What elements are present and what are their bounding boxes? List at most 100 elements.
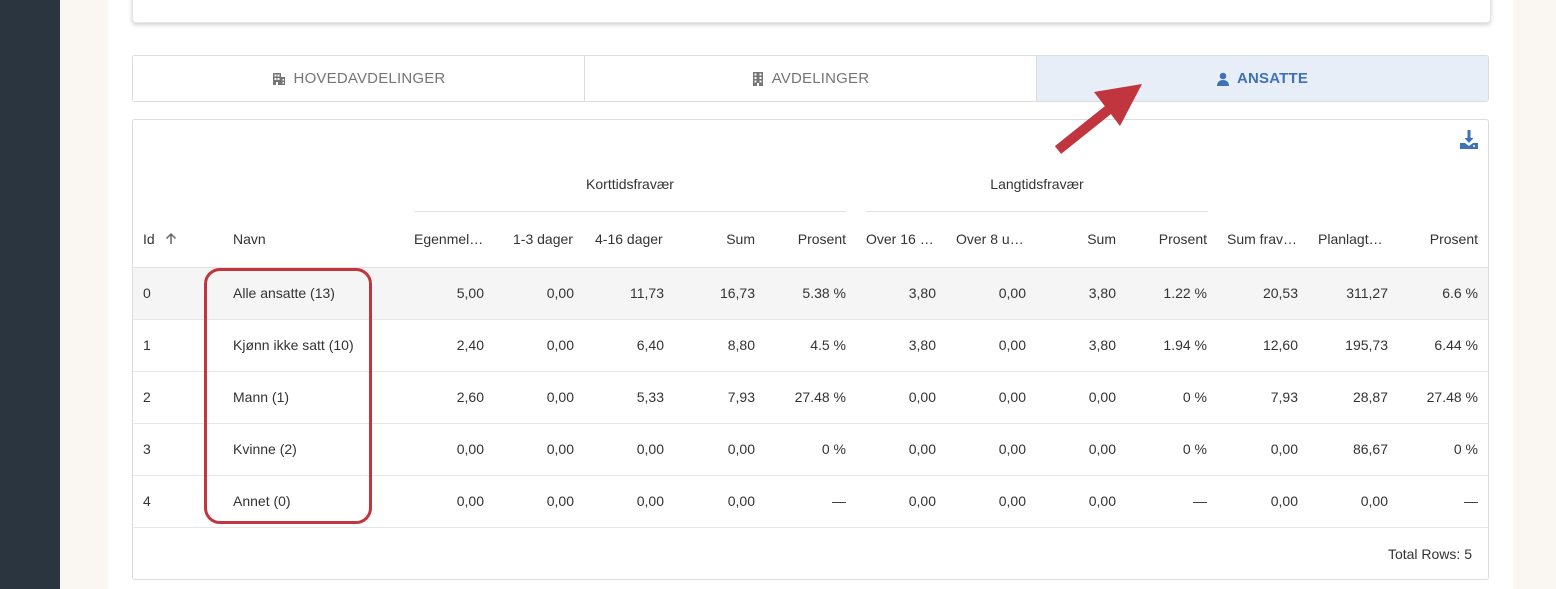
column-header-prosent-kort[interactable]: Prosent (766, 231, 846, 247)
cell-id: 0 (143, 285, 151, 301)
cell-egenmelding: 0,00 (456, 441, 484, 457)
left-sidebar (0, 0, 60, 589)
group-header-langtid: Langtidsfravær (990, 176, 1084, 192)
group-divider (414, 211, 846, 212)
building-icon (272, 72, 286, 86)
column-header-id[interactable]: Id (143, 231, 177, 248)
cell-over-16: 3,80 (908, 337, 936, 353)
cell-4-16-dager: 0,00 (636, 441, 664, 457)
cell-planlagt: 86,67 (1352, 441, 1388, 457)
tab-label: AVDELINGER (771, 70, 870, 87)
cell-sum-lang: 0,00 (1088, 389, 1116, 405)
column-header-egenmelding[interactable]: Egenmel… (414, 231, 483, 247)
cell-over-16: 0,00 (908, 389, 936, 405)
cell-over-8: 0,00 (998, 285, 1026, 301)
cell-prosent-kort: 4.5 % (810, 337, 846, 353)
cell-id: 2 (143, 389, 151, 405)
cell-prosent-lang: 1.94 % (1163, 337, 1207, 353)
arrow-up-icon (165, 232, 177, 248)
column-header-navn[interactable]: Navn (233, 231, 266, 247)
cell-prosent-total: 6.6 % (1442, 285, 1478, 301)
total-rows: Total Rows: 5 (1387, 546, 1472, 562)
cell-egenmelding: 0,00 (456, 493, 484, 509)
cell-id: 4 (143, 493, 151, 509)
tab-label: HOVEDAVDELINGER (293, 70, 446, 87)
cell-over-8: 0,00 (998, 389, 1026, 405)
group-divider (866, 211, 1208, 212)
cell-sum-lang: 3,80 (1088, 285, 1116, 301)
column-header-prosent-total[interactable]: Prosent (1398, 231, 1478, 247)
column-header-label: Id (143, 231, 155, 247)
cell-over-16: 3,80 (908, 285, 936, 301)
cell-over-16: 0,00 (908, 441, 936, 457)
cell-planlagt: 0,00 (1360, 493, 1388, 509)
cell-sum-fravaer: 20,53 (1262, 285, 1298, 301)
cell-sum-kort: 0,00 (727, 493, 755, 509)
cell-sum-lang: 0,00 (1088, 441, 1116, 457)
download-icon[interactable] (1459, 129, 1479, 151)
cell-sum-fravaer: 0,00 (1270, 493, 1298, 509)
cell-prosent-kort: — (832, 493, 846, 509)
cell-sum-lang: 3,80 (1088, 337, 1116, 353)
cell-4-16-dager: 0,00 (636, 493, 664, 509)
column-header-prosent-lang[interactable]: Prosent (1127, 231, 1207, 247)
cell-planlagt: 311,27 (1346, 285, 1388, 301)
cell-prosent-total: — (1464, 493, 1478, 509)
cell-4-16-dager: 5,33 (636, 389, 664, 405)
cell-over-8: 0,00 (998, 337, 1026, 353)
cell-4-16-dager: 6,40 (636, 337, 664, 353)
column-header-sum-lang[interactable]: Sum (1046, 231, 1116, 247)
cell-egenmelding: 2,40 (456, 337, 484, 353)
cell-prosent-total: 0 % (1453, 441, 1478, 457)
user-icon (1216, 72, 1229, 86)
cell-prosent-lang: 1.22 % (1163, 285, 1207, 301)
cell-sum-kort: 7,93 (727, 389, 755, 405)
highlight-annotation (204, 268, 372, 524)
cell-1-3-dager: 0,00 (546, 337, 574, 353)
cell-4-16-dager: 11,73 (630, 285, 664, 301)
cell-prosent-kort: 27.48 % (794, 389, 846, 405)
arrow-icon (1050, 78, 1145, 163)
tab-hovedavdelinger[interactable]: HOVEDAVDELINGER (133, 56, 585, 101)
cell-sum-kort: 0,00 (727, 441, 755, 457)
cell-sum-kort: 16,73 (719, 285, 755, 301)
column-header-planlagt[interactable]: Planlagt… (1318, 231, 1383, 247)
cell-1-3-dager: 0,00 (546, 389, 574, 405)
cell-id: 3 (143, 441, 151, 457)
view-tabs: HOVEDAVDELINGER AVDELINGER ANSATTE (132, 55, 1489, 102)
cell-egenmelding: 2,60 (456, 389, 484, 405)
cell-sum-fravaer: 7,93 (1270, 389, 1298, 405)
cell-prosent-lang: 0 % (1182, 389, 1207, 405)
cell-over-16: 0,00 (908, 493, 936, 509)
cell-sum-fravaer: 0,00 (1270, 441, 1298, 457)
cell-id: 1 (143, 337, 151, 353)
column-header-sum-fravaer[interactable]: Sum frav… (1227, 231, 1297, 247)
group-header-korttid: Korttidsfravær (586, 176, 674, 192)
cell-sum-fravaer: 12,60 (1262, 337, 1298, 353)
column-header-4-16-dager[interactable]: 4-16 dager (595, 231, 663, 247)
column-header-over-16[interactable]: Over 16 … (866, 231, 934, 247)
column-header-sum-kort[interactable]: Sum (685, 231, 755, 247)
tab-avdelinger[interactable]: AVDELINGER (585, 56, 1037, 101)
cell-over-8: 0,00 (998, 441, 1026, 457)
cell-prosent-total: 6.44 % (1434, 337, 1478, 353)
cell-over-8: 0,00 (998, 493, 1026, 509)
cell-egenmelding: 5,00 (456, 285, 484, 301)
cell-prosent-lang: 0 % (1182, 441, 1207, 457)
top-card (132, 0, 1491, 23)
column-header-over-8[interactable]: Over 8 u… (956, 231, 1024, 247)
building-icon (752, 71, 764, 86)
cell-1-3-dager: 0,00 (546, 441, 574, 457)
cell-prosent-total: 27.48 % (1426, 389, 1478, 405)
column-header-1-3-dager[interactable]: 1-3 dager (513, 231, 573, 247)
cell-sum-kort: 8,80 (727, 337, 755, 353)
cell-prosent-lang: — (1193, 493, 1207, 509)
cell-planlagt: 28,87 (1352, 389, 1388, 405)
tab-label: ANSATTE (1236, 70, 1309, 87)
cell-prosent-kort: 0 % (821, 441, 846, 457)
cell-planlagt: 195,73 (1345, 337, 1388, 353)
cell-1-3-dager: 0,00 (546, 493, 574, 509)
cell-prosent-kort: 5.38 % (802, 285, 846, 301)
cell-1-3-dager: 0,00 (546, 285, 574, 301)
cell-sum-lang: 0,00 (1088, 493, 1116, 509)
